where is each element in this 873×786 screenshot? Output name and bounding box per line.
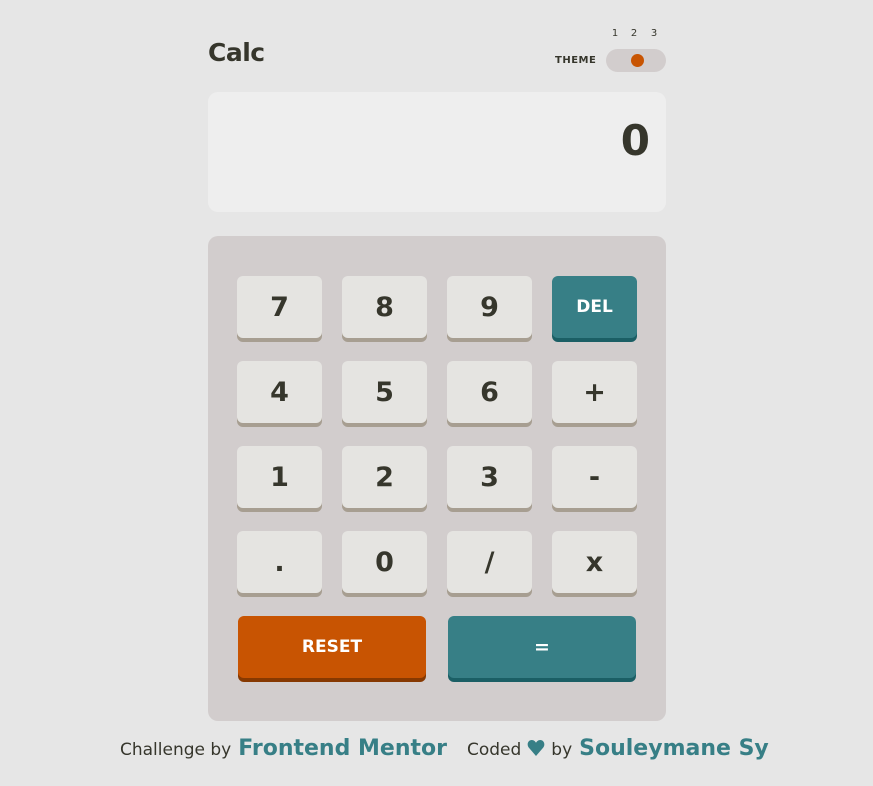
display-value: 0 <box>620 116 650 165</box>
key-1[interactable]: 1 <box>237 446 322 508</box>
app-title: Calc <box>208 38 265 67</box>
delete-button[interactable]: DEL <box>552 276 637 338</box>
challenge-text: Challenge by <box>120 740 232 760</box>
theme-option-1[interactable]: 1 <box>607 28 623 39</box>
key-5[interactable]: 5 <box>342 361 427 423</box>
theme-toggle-knob[interactable] <box>631 54 644 67</box>
theme-label: THEME <box>555 55 597 66</box>
theme-numbers: 1 2 3 <box>606 28 666 42</box>
key-8[interactable]: 8 <box>342 276 427 338</box>
frontend-mentor-link[interactable]: Frontend Mentor <box>238 736 447 761</box>
key-4[interactable]: 4 <box>237 361 322 423</box>
key-plus[interactable]: + <box>552 361 637 423</box>
key-minus[interactable]: - <box>552 446 637 508</box>
by-text: by <box>551 740 573 760</box>
key-multiply[interactable]: x <box>552 531 637 593</box>
theme-toggle[interactable] <box>606 49 666 72</box>
key-decimal[interactable]: . <box>237 531 322 593</box>
calculator-app: Calc 1 2 3 THEME 0 7 8 9 DEL 4 5 6 + 1 2… <box>0 0 873 786</box>
coded-text: Coded <box>466 740 522 760</box>
key-7[interactable]: 7 <box>237 276 322 338</box>
heart-icon <box>527 739 545 757</box>
key-3[interactable]: 3 <box>447 446 532 508</box>
key-6[interactable]: 6 <box>447 361 532 423</box>
key-divide[interactable]: / <box>447 531 532 593</box>
reset-button[interactable]: RESET <box>238 616 426 678</box>
footer-attribution: Challenge by Frontend Mentor Coded by So… <box>120 736 769 768</box>
author-link[interactable]: Souleymane Sy <box>579 736 769 761</box>
keypad: 7 8 9 DEL 4 5 6 + 1 2 3 - . 0 / x RESET … <box>208 236 666 721</box>
key-2[interactable]: 2 <box>342 446 427 508</box>
theme-option-2[interactable]: 2 <box>626 28 642 39</box>
key-9[interactable]: 9 <box>447 276 532 338</box>
key-0[interactable]: 0 <box>342 531 427 593</box>
theme-option-3[interactable]: 3 <box>646 28 662 39</box>
calculator-display: 0 <box>208 92 666 212</box>
equals-button[interactable]: = <box>448 616 636 678</box>
